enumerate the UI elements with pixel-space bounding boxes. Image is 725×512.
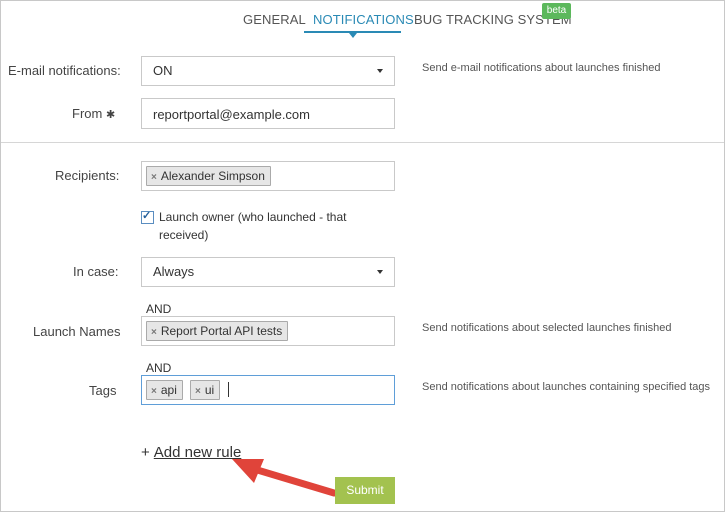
in-case-label: In case: bbox=[73, 264, 119, 279]
from-label: From ✱ bbox=[72, 106, 115, 121]
email-notifications-select[interactable]: ON bbox=[141, 56, 395, 86]
chevron-down-icon bbox=[377, 270, 383, 274]
remove-tag-icon[interactable]: × bbox=[195, 386, 201, 397]
checkmark-icon: ✓ bbox=[142, 210, 152, 222]
launch-owner-label: Launch owner (who launched - that receiv… bbox=[159, 210, 347, 242]
add-new-rule[interactable]: + Add new rule bbox=[141, 444, 241, 461]
recipients-input[interactable]: × Alexander Simpson bbox=[141, 161, 395, 191]
tab-general[interactable]: GENERAL bbox=[243, 12, 306, 27]
remove-tag-icon[interactable]: × bbox=[151, 386, 157, 397]
tags-label: Tags bbox=[89, 383, 117, 398]
in-case-value: Always bbox=[153, 264, 195, 279]
email-notifications-hint: Send e-mail notifications about launches… bbox=[422, 62, 661, 74]
recipients-label: Recipients: bbox=[55, 168, 120, 183]
from-label-text: From bbox=[72, 106, 103, 121]
annotation-arrow-icon bbox=[232, 459, 338, 497]
launch-names-input[interactable]: × Report Portal API tests bbox=[141, 316, 395, 346]
tag-chip-label: ui bbox=[204, 383, 215, 397]
submit-button[interactable]: Submit bbox=[335, 477, 395, 504]
plus-icon: + bbox=[141, 444, 150, 461]
active-tab-caret-icon bbox=[349, 33, 357, 38]
email-notifications-value: ON bbox=[153, 63, 173, 78]
tags-input[interactable]: × api × ui bbox=[141, 375, 395, 405]
recipient-tag: × Alexander Simpson bbox=[146, 166, 271, 186]
tag-chip-label: api bbox=[160, 383, 177, 397]
and-label: AND bbox=[146, 302, 172, 316]
tag-chip: × api bbox=[146, 380, 183, 400]
launch-name-tag: × Report Portal API tests bbox=[146, 321, 289, 341]
and-label: AND bbox=[146, 361, 172, 375]
tab-notifications[interactable]: NOTIFICATIONS bbox=[313, 12, 414, 27]
from-email-input[interactable]: reportportal@example.com bbox=[141, 98, 395, 129]
chevron-down-icon bbox=[377, 69, 383, 73]
launch-name-tag-label: Report Portal API tests bbox=[160, 324, 283, 338]
email-notifications-label: E-mail notifications: bbox=[8, 63, 121, 78]
launch-owner-checkbox[interactable]: ✓ bbox=[141, 210, 154, 224]
beta-badge: beta bbox=[542, 3, 571, 19]
section-divider bbox=[1, 142, 724, 143]
in-case-select[interactable]: Always bbox=[141, 257, 395, 287]
recipient-tag-label: Alexander Simpson bbox=[160, 169, 265, 183]
remove-tag-icon[interactable]: × bbox=[151, 172, 157, 183]
from-email-value: reportportal@example.com bbox=[153, 107, 310, 122]
tags-hint: Send notifications about launches contai… bbox=[422, 381, 711, 393]
text-cursor bbox=[228, 382, 229, 397]
remove-tag-icon[interactable]: × bbox=[151, 327, 157, 338]
launch-names-hint: Send notifications about selected launch… bbox=[422, 322, 672, 334]
tag-chip: × ui bbox=[190, 380, 221, 400]
required-asterisk-icon: ✱ bbox=[105, 109, 116, 121]
launch-names-label: Launch Names bbox=[33, 324, 121, 339]
